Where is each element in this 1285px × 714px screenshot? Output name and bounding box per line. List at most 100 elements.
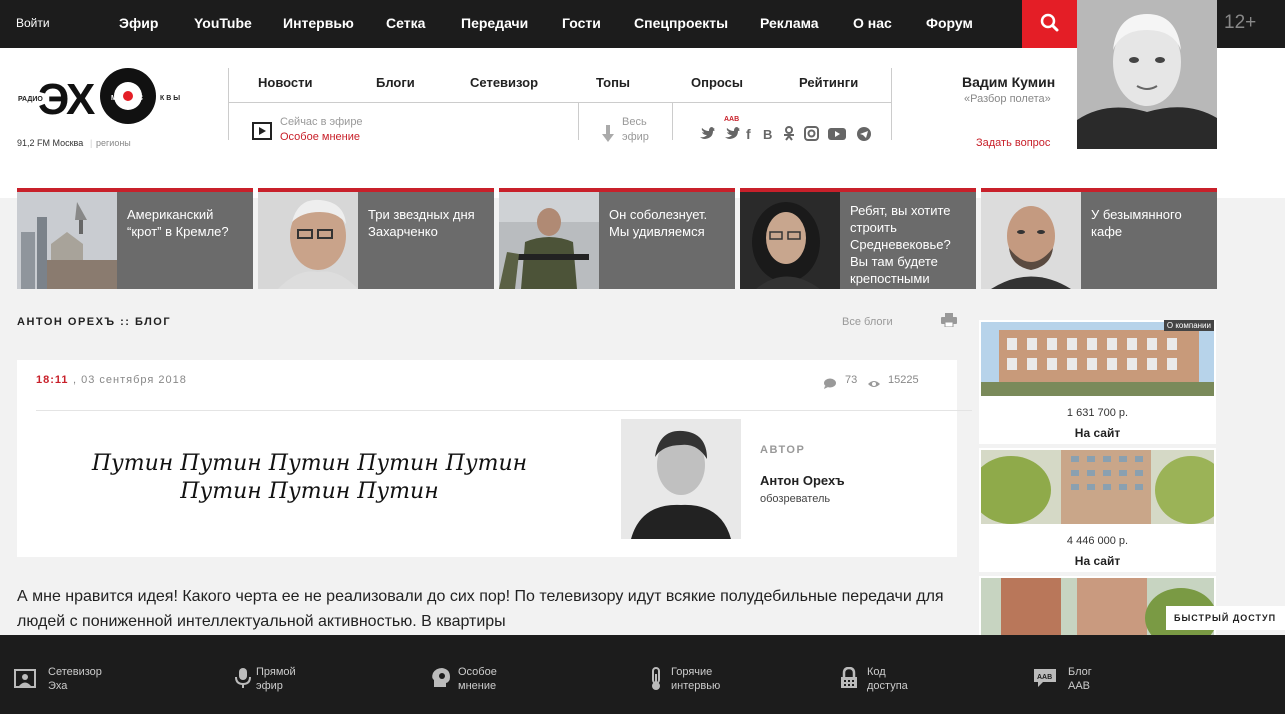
telegram-icon[interactable] xyxy=(857,127,871,141)
comments-count[interactable]: 73 xyxy=(845,374,857,386)
author-role: обозреватель xyxy=(760,493,831,505)
teaser-card[interactable]: У безымянного кафе xyxy=(981,188,1217,289)
host-photo[interactable] xyxy=(1077,0,1217,149)
author-photo[interactable] xyxy=(621,419,741,539)
bottom-special-opinion[interactable]: Особое мнение xyxy=(458,665,497,693)
bottom-setevizor[interactable]: Сетевизор Эха xyxy=(48,665,102,693)
microphone-icon[interactable] xyxy=(233,667,253,689)
ad-link[interactable]: На сайт xyxy=(979,426,1216,440)
bottom-hot-interviews-line2: интервью xyxy=(671,680,721,692)
host-show[interactable]: «Разбор полета» xyxy=(964,93,1051,105)
bottom-access-code-line2: доступа xyxy=(867,680,908,692)
login-link[interactable]: Войти xyxy=(16,16,50,30)
views-icon xyxy=(867,376,881,387)
all-blogs-link[interactable]: Все блоги xyxy=(842,316,893,328)
bottom-setevizor-line1: Сетевизор xyxy=(48,666,102,678)
ad-card[interactable]: 4 446 000 р. На сайт xyxy=(979,448,1216,572)
host-name[interactable]: Вадим Кумин xyxy=(962,74,1055,90)
subnav-ratings[interactable]: Рейтинги xyxy=(799,75,858,90)
divider xyxy=(672,103,673,140)
ad-link[interactable]: На сайт xyxy=(979,554,1216,568)
teaser-title: Он соболезнует. Мы удивляемся xyxy=(609,207,708,239)
social-icons: f В xyxy=(698,125,878,142)
divider xyxy=(36,410,972,411)
head-icon[interactable] xyxy=(430,667,450,689)
full-air-line1[interactable]: Весь xyxy=(622,116,647,128)
teaser-card[interactable]: Американский “крот” в Кремле? xyxy=(17,188,253,289)
nav-efir[interactable]: Эфир xyxy=(119,15,158,31)
subnav-setevizor[interactable]: Сетевизор xyxy=(470,75,538,90)
facebook-icon[interactable]: f xyxy=(746,126,751,142)
ad-price: 4 446 000 р. xyxy=(1066,535,1129,547)
subnav-news[interactable]: Новости xyxy=(258,75,313,90)
ad-image xyxy=(981,322,1214,396)
subnav-polls[interactable]: Опросы xyxy=(691,75,743,90)
article-date: , 03 сентября 2018 xyxy=(73,374,187,386)
lock-icon[interactable] xyxy=(839,666,859,689)
odnoklassniki-icon[interactable] xyxy=(784,126,794,141)
full-air-line2[interactable]: эфир xyxy=(622,131,649,143)
nav-guests[interactable]: Гости xyxy=(562,15,601,31)
ad-image xyxy=(981,450,1214,524)
instagram-icon[interactable] xyxy=(804,126,819,141)
subnav-blogs[interactable]: Блоги xyxy=(376,75,415,90)
views-count: 15225 xyxy=(888,374,919,386)
bottom-aab-blog-line1: Блог xyxy=(1068,666,1092,678)
search-button[interactable] xyxy=(1022,0,1077,48)
aab-icon[interactable]: AAB xyxy=(1033,667,1057,689)
divider: | xyxy=(90,138,93,148)
nav-advertising[interactable]: Реклама xyxy=(760,15,819,31)
now-on-air-show[interactable]: Особое мнение xyxy=(280,131,360,143)
bottom-hot-interviews[interactable]: Горячие интервью xyxy=(671,665,720,693)
teaser-card[interactable]: Он соболезнует. Мы удивляемся xyxy=(499,188,735,289)
teaser-image xyxy=(981,192,1081,289)
bottom-live[interactable]: Прямой эфир xyxy=(256,665,296,693)
about-company-badge[interactable]: О компании xyxy=(1163,320,1214,331)
nav-special-projects[interactable]: Спецпроекты xyxy=(634,15,728,31)
nav-about[interactable]: О нас xyxy=(853,15,892,31)
bottom-aab-blog[interactable]: Блог AAB xyxy=(1068,665,1092,693)
setevizor-icon[interactable] xyxy=(14,667,36,689)
ad-price: 1 631 700 р. xyxy=(1066,407,1129,419)
twitter-aab-icon[interactable] xyxy=(725,127,740,139)
svg-text:С: С xyxy=(138,95,143,102)
svg-text:Х: Х xyxy=(66,75,95,124)
article-title: Путин Путин Путин Путин Путин Путин Пути… xyxy=(91,451,528,504)
nav-shows[interactable]: Передачи xyxy=(461,15,528,31)
aab-label: AAB xyxy=(724,116,740,123)
search-icon xyxy=(1040,13,1059,32)
nav-schedule[interactable]: Сетка xyxy=(386,15,425,31)
article-body: А мне нравится идея! Какого черта ее не … xyxy=(17,588,944,630)
teaser-card[interactable]: Ребят, вы хотите строить Средневековье? … xyxy=(740,188,976,289)
youtube-icon[interactable] xyxy=(828,128,846,140)
divider xyxy=(228,102,892,103)
divider xyxy=(578,103,579,140)
bottom-aab-blog-line2: AAB xyxy=(1068,680,1091,692)
svg-text:М: М xyxy=(111,95,117,102)
nav-forum[interactable]: Форум xyxy=(926,15,973,31)
ad-card[interactable]: О компании 1 631 700 р. На сайт xyxy=(979,320,1216,444)
vk-icon[interactable]: В xyxy=(763,127,772,142)
nav-youtube[interactable]: YouTube xyxy=(194,15,252,31)
teaser-title: У безымянного кафе xyxy=(1091,207,1182,239)
blog-heading[interactable]: АНТОН ОРЕХЪ :: БЛОГ xyxy=(17,316,171,328)
author-label: АВТОР xyxy=(760,444,806,456)
bottom-bar: Сетевизор Эха Прямой эфир Особое мнение Гор… xyxy=(0,635,1285,714)
teaser-card[interactable]: Три звездных дня Захарченко xyxy=(258,188,494,289)
print-icon[interactable] xyxy=(941,313,957,328)
frequency-label: 91,2 FM Москва xyxy=(17,138,84,148)
svg-text:Э: Э xyxy=(38,75,69,124)
subnav-tops[interactable]: Топы xyxy=(596,75,630,90)
bottom-special-opinion-line1: Особое xyxy=(458,666,497,678)
quick-access-button[interactable]: БЫСТРЫЙ ДОСТУП xyxy=(1166,606,1285,630)
regions-link[interactable]: регионы xyxy=(96,138,131,148)
comment-icon[interactable] xyxy=(823,376,837,389)
thermometer-icon[interactable] xyxy=(648,667,668,690)
nav-interviews[interactable]: Интервью xyxy=(283,15,354,31)
play-icon[interactable] xyxy=(252,121,272,141)
bottom-access-code[interactable]: Код доступа xyxy=(867,665,908,693)
ask-question-link[interactable]: Задать вопрос xyxy=(976,137,1050,149)
echo-moskvy-logo[interactable]: РАДИО Э Х М С К В Ы xyxy=(16,62,186,134)
twitter-icon[interactable] xyxy=(700,127,715,139)
author-name[interactable]: Антон Орехъ xyxy=(760,473,845,488)
